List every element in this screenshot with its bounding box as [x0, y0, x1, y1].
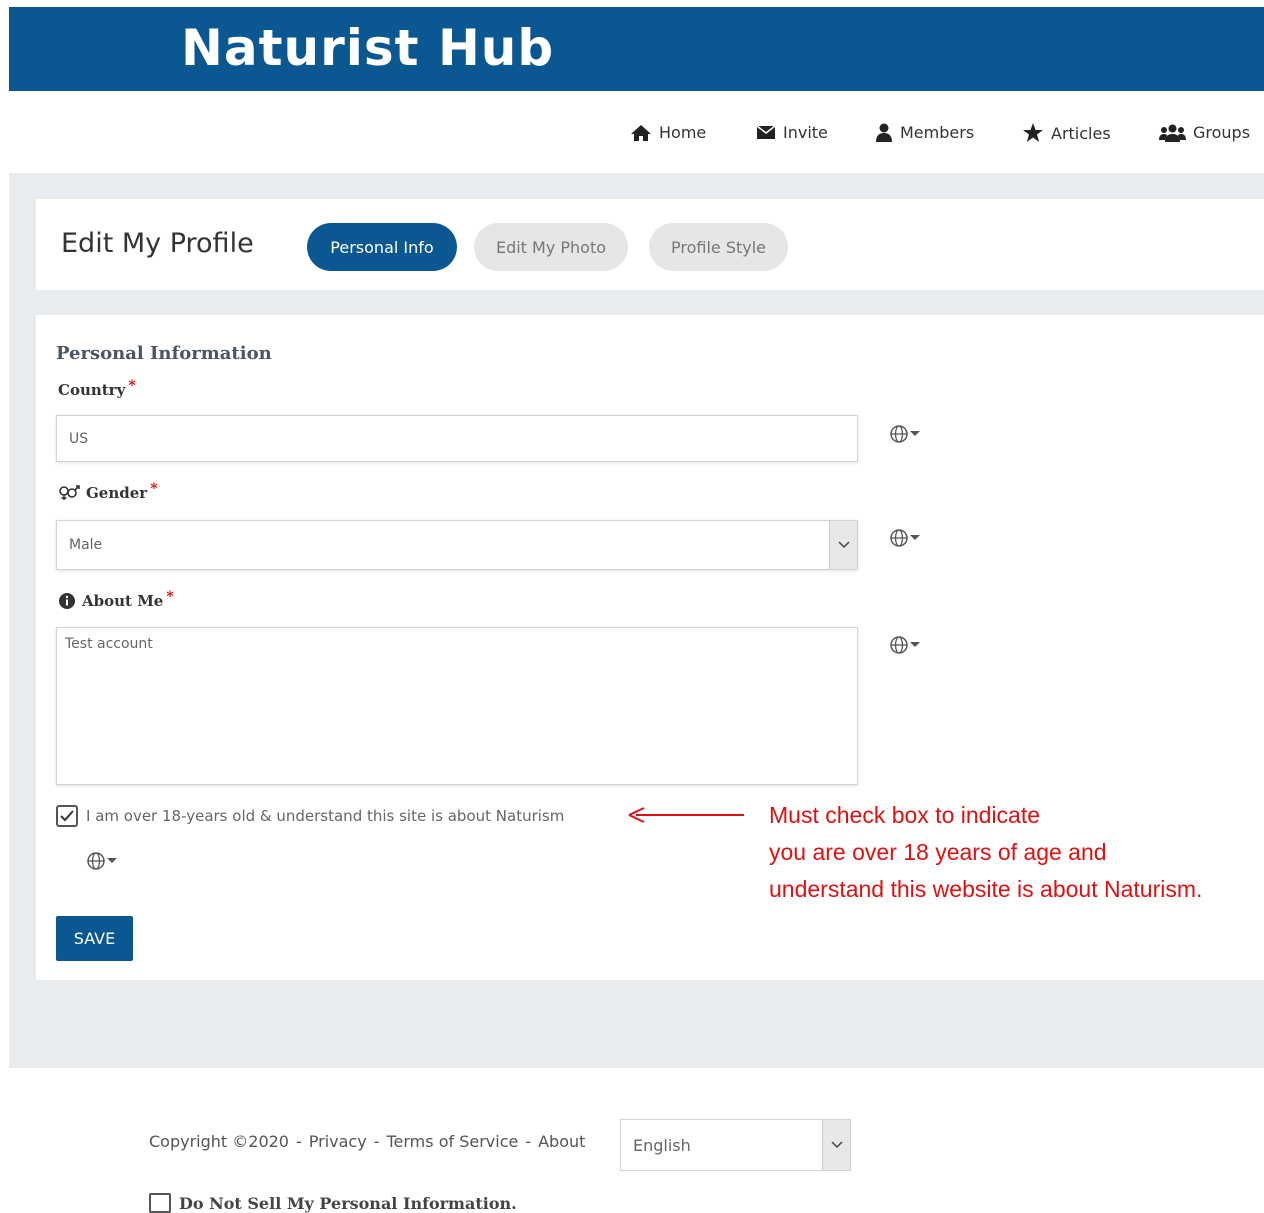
globe-icon: [890, 636, 908, 654]
chevron-down-icon: [837, 541, 850, 549]
consent-label: I am over 18-years old & understand this…: [86, 807, 565, 825]
globe-icon: [87, 852, 105, 870]
gender-label-text: Gender: [86, 484, 148, 502]
nav-members-label: Members: [900, 123, 975, 142]
user-icon: [876, 123, 892, 142]
annotation-line: you are over 18 years of age and: [769, 839, 1107, 865]
site-header: Naturist Hub: [9, 7, 1264, 91]
copyright-text: Copyright ©2020: [149, 1132, 289, 1151]
footer-separator: -: [373, 1132, 380, 1151]
about-value: Test account: [65, 636, 153, 652]
caret-down-icon: [107, 858, 117, 863]
required-marker: *: [150, 481, 158, 497]
globe-icon: [890, 425, 908, 443]
star-icon: [1023, 123, 1043, 142]
nav-articles[interactable]: Articles: [1022, 123, 1111, 143]
gender-icon: [59, 485, 80, 500]
privacy-link[interactable]: Privacy: [309, 1132, 367, 1151]
country-label-text: Country: [58, 381, 126, 399]
nav-articles-label: Articles: [1051, 123, 1111, 143]
site-brand[interactable]: Naturist Hub: [181, 19, 554, 77]
country-input[interactable]: US: [56, 415, 858, 462]
gender-privacy-dropdown[interactable]: [889, 528, 921, 548]
do-not-sell-checkbox[interactable]: [149, 1193, 171, 1213]
about-label: About Me *: [58, 589, 174, 610]
terms-link[interactable]: Terms of Service: [386, 1132, 518, 1151]
gender-select[interactable]: Male: [56, 520, 858, 570]
profile-header-card: Edit My Profile Personal Info Edit My Ph…: [36, 199, 1264, 290]
about-privacy-dropdown[interactable]: [889, 635, 921, 655]
consent-checkbox[interactable]: [56, 805, 78, 827]
section-title: Personal Information: [56, 343, 272, 364]
nav-invite[interactable]: Invite: [756, 123, 828, 142]
nav-invite-label: Invite: [783, 123, 828, 142]
info-icon: [59, 593, 75, 609]
caret-down-icon: [910, 642, 920, 647]
caret-down-icon: [910, 431, 920, 436]
country-label: Country *: [58, 378, 136, 399]
footer-separator: -: [295, 1132, 302, 1151]
caret-down-icon: [910, 535, 920, 540]
page-title: Edit My Profile: [61, 228, 254, 259]
language-value: English: [633, 1135, 691, 1155]
nav-members[interactable]: Members: [875, 123, 974, 142]
country-privacy-dropdown[interactable]: [889, 424, 921, 444]
annotation-line: understand this website is about Naturis…: [769, 876, 1203, 902]
globe-icon: [890, 529, 908, 547]
checkmark-icon: [60, 810, 74, 822]
nav-groups[interactable]: Groups: [1159, 123, 1250, 142]
country-value: US: [69, 430, 89, 447]
language-select[interactable]: English: [620, 1119, 851, 1171]
required-marker: *: [128, 378, 136, 394]
envelope-icon: [756, 125, 776, 139]
do-not-sell-row: Do Not Sell My Personal Information.: [149, 1193, 517, 1213]
nav-groups-label: Groups: [1193, 123, 1251, 142]
language-select-arrow[interactable]: [822, 1120, 850, 1170]
main-nav: Home Invite Members Articles Groups: [9, 91, 1264, 173]
tab-edit-my-photo[interactable]: Edit My Photo: [474, 223, 628, 271]
about-link[interactable]: About: [538, 1132, 585, 1151]
consent-privacy-dropdown[interactable]: [86, 851, 118, 871]
users-icon: [1159, 124, 1186, 142]
home-icon: [631, 124, 651, 141]
tab-personal-info[interactable]: Personal Info: [307, 223, 457, 271]
nav-home-label: Home: [659, 123, 707, 142]
about-me-textarea[interactable]: Test account: [56, 627, 858, 785]
annotation-line: Must check box to indicate: [769, 802, 1041, 828]
do-not-sell-label: Do Not Sell My Personal Information.: [179, 1193, 517, 1213]
footer-links: Copyright ©2020 - Privacy - Terms of Ser…: [149, 1132, 592, 1151]
gender-select-arrow[interactable]: [829, 521, 857, 569]
annotation-note: Must check box to indicate you are over …: [769, 797, 1259, 908]
footer-separator: -: [525, 1132, 532, 1151]
consent-row: I am over 18-years old & understand this…: [56, 805, 564, 827]
chevron-down-icon: [830, 1141, 843, 1149]
about-label-text: About Me: [82, 592, 164, 610]
required-marker: *: [166, 589, 174, 605]
nav-home[interactable]: Home: [630, 123, 706, 142]
gender-label: Gender *: [58, 481, 158, 502]
tab-profile-style[interactable]: Profile Style: [649, 223, 788, 271]
save-button[interactable]: SAVE: [56, 916, 133, 961]
gender-value: Male: [69, 537, 103, 553]
annotation-arrow-icon: [628, 807, 744, 823]
